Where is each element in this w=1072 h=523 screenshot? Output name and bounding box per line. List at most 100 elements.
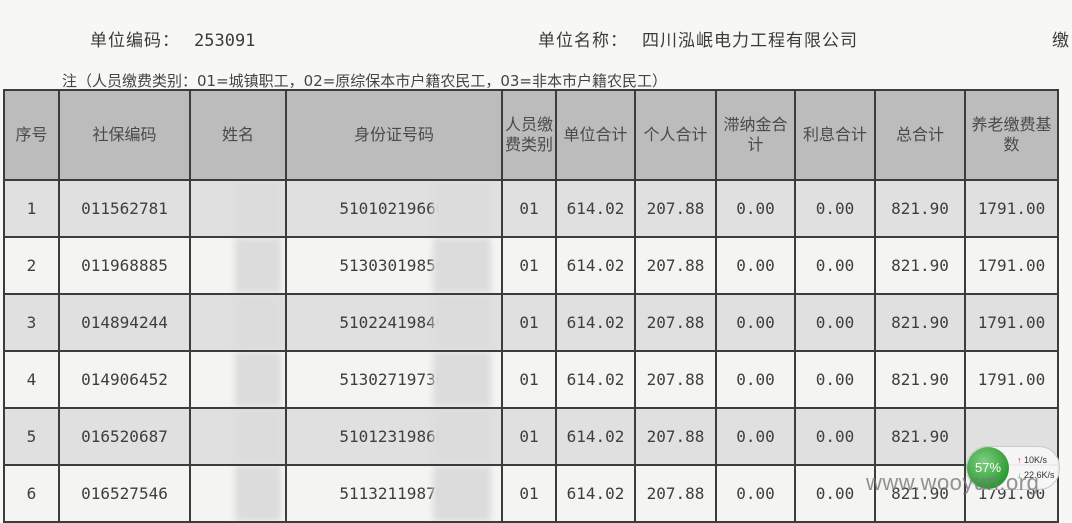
cell-unit: 614.02	[555, 407, 636, 466]
cell-unit: 614.02	[555, 350, 636, 409]
table-row: 1 011562781 陈 5101021966010 01 614.02 20…	[3, 179, 1059, 238]
redaction-blur	[235, 239, 281, 292]
cell-interest: 0.00	[794, 464, 876, 523]
cell-late: 0.00	[715, 179, 796, 238]
cell-personal: 207.88	[634, 407, 717, 466]
cell-code: 014906452	[58, 350, 191, 409]
cell-unit: 614.02	[555, 179, 636, 238]
unit-name: 单位名称： 四川泓岷电力工程有限公司	[538, 26, 858, 51]
redaction-blur	[433, 467, 491, 520]
unit-name-label: 单位名称：	[538, 31, 628, 51]
redaction-blur	[235, 296, 281, 349]
redaction-blur	[433, 182, 491, 235]
upload-speed: ↑ 10K/s	[1017, 455, 1047, 465]
cell-type: 01	[501, 293, 557, 352]
cell-code: 011968885	[58, 236, 191, 295]
col-header-personal: 个人合计	[634, 89, 717, 181]
unit-name-value: 四川泓岷电力工程有限公司	[642, 31, 858, 51]
cell-late: 0.00	[715, 350, 796, 409]
cell-total: 821.90	[874, 293, 966, 352]
cell-total: 821.90	[874, 236, 966, 295]
cell-name: 赵	[189, 464, 287, 523]
table-header-row: 序号 社保编码 姓名 身份证号码 人员缴费类别 单位合计 个人合计 滞纳金合计 …	[3, 89, 1059, 181]
cell-name: 陈	[189, 179, 287, 238]
cell-id: 5102241984090	[285, 293, 503, 352]
cell-type: 01	[501, 464, 557, 523]
redaction-blur	[433, 410, 491, 463]
cell-unit: 614.02	[555, 236, 636, 295]
cell-personal: 207.88	[634, 464, 717, 523]
cell-interest: 0.00	[794, 350, 876, 409]
cell-late: 0.00	[715, 464, 796, 523]
cell-seq: 5	[3, 407, 60, 466]
cell-base: 1791.00	[964, 350, 1059, 409]
cell-personal: 207.88	[634, 350, 717, 409]
cell-code: 016527546	[58, 464, 191, 523]
table-row: 5 016520687 王 5101231986022 01 614.02 20…	[3, 407, 1059, 466]
redaction-blur	[433, 239, 491, 292]
unit-code-value: 253091	[194, 31, 256, 51]
unit-code: 单位编码： 253091	[90, 26, 255, 51]
redaction-blur	[433, 353, 491, 406]
cell-seq: 3	[3, 293, 60, 352]
col-header-type: 人员缴费类别	[501, 89, 557, 181]
cell-base: 1791.00	[964, 236, 1059, 295]
col-header-base: 养老缴费基数	[964, 89, 1059, 181]
cell-total: 821.90	[874, 179, 966, 238]
cell-seq: 6	[3, 464, 60, 523]
cell-personal: 207.88	[634, 236, 717, 295]
cell-name: 陈	[189, 236, 287, 295]
col-header-unit: 单位合计	[555, 89, 636, 181]
cell-personal: 207.88	[634, 179, 717, 238]
cell-name: 王	[189, 407, 287, 466]
upload-speed-value: 10K/s	[1024, 455, 1048, 465]
cell-late: 0.00	[715, 236, 796, 295]
cell-seq: 2	[3, 236, 60, 295]
table-row: 3 014894244 周 5102241984090 01 614.02 20…	[3, 293, 1059, 352]
cell-code: 011562781	[58, 179, 191, 238]
cell-base: 1791.00	[964, 179, 1059, 238]
table-row: 2 011968885 陈 5130301985082 01 614.02 20…	[3, 236, 1059, 295]
cell-type: 01	[501, 236, 557, 295]
cell-total: 821.90	[874, 407, 966, 466]
cell-id: 5101231986022	[285, 407, 503, 466]
category-note: 注（人员缴费类别：01=城镇职工，02=原综保本市户籍农民工，03=非本市户籍农…	[62, 72, 667, 90]
cell-total: 821.90	[874, 350, 966, 409]
cell-seq: 1	[3, 179, 60, 238]
cell-base: 1791.00	[964, 293, 1059, 352]
cell-type: 01	[501, 350, 557, 409]
col-header-total: 总合计	[874, 89, 966, 181]
unit-code-label: 单位编码：	[90, 31, 180, 51]
cell-personal: 207.88	[634, 293, 717, 352]
redaction-blur	[235, 182, 281, 235]
cell-type: 01	[501, 179, 557, 238]
col-header-code: 社保编码	[58, 89, 191, 181]
col-header-interest: 利息合计	[794, 89, 876, 181]
cell-interest: 0.00	[794, 407, 876, 466]
upload-arrow-icon: ↑	[1017, 455, 1022, 465]
cell-code: 014894244	[58, 293, 191, 352]
cell-interest: 0.00	[794, 236, 876, 295]
cell-id: 5130301985082	[285, 236, 503, 295]
cell-late: 0.00	[715, 407, 796, 466]
redaction-blur	[433, 296, 491, 349]
cell-interest: 0.00	[794, 293, 876, 352]
cell-late: 0.00	[715, 293, 796, 352]
cell-interest: 0.00	[794, 179, 876, 238]
redaction-blur	[235, 353, 281, 406]
cell-unit: 614.02	[555, 293, 636, 352]
contribution-table: 序号 社保编码 姓名 身份证号码 人员缴费类别 单位合计 个人合计 滞纳金合计 …	[3, 89, 1059, 523]
cell-type: 01	[501, 407, 557, 466]
table-row: 4 014906452 吴 5130271973080 01 614.02 20…	[3, 350, 1059, 409]
watermark: www.wooyun.org	[866, 470, 1040, 495]
col-header-seq: 序号	[3, 89, 60, 181]
redaction-blur	[235, 467, 281, 520]
col-header-id: 身份证号码	[285, 89, 503, 181]
cell-code: 016520687	[58, 407, 191, 466]
header-cut-text: 缴	[1052, 31, 1070, 51]
col-header-name: 姓名	[189, 89, 287, 181]
cell-id: 5101021966010	[285, 179, 503, 238]
cell-name: 吴	[189, 350, 287, 409]
cell-id: 5130271973080	[285, 350, 503, 409]
cell-seq: 4	[3, 350, 60, 409]
